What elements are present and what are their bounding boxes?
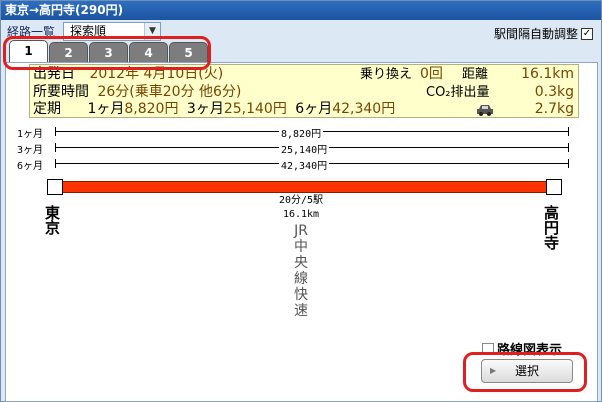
pass-1-value: 8,820円	[124, 101, 179, 117]
segment-info: 20分/5駅 16.1km	[241, 194, 361, 222]
route-line-bar	[61, 181, 549, 193]
pass-6-value: 42,340円	[332, 101, 396, 117]
fare-amount: 42,340円	[279, 157, 330, 172]
fare-amount: 8,820円	[279, 125, 324, 140]
fare-label: 3ヶ月	[17, 145, 44, 156]
station-marker-origin[interactable]	[47, 179, 63, 195]
fare-label: 1ヶ月	[17, 129, 44, 140]
pass-3-label: 3ヶ月	[186, 101, 224, 117]
fare-tick-start	[55, 159, 56, 168]
auto-adjust-label: 駅間隔自動調整	[493, 27, 578, 41]
pass-3-value: 25,140円	[223, 101, 287, 117]
co2-value: 0.3kg	[534, 84, 574, 100]
fare-amount: 25,140円	[279, 141, 330, 156]
fare-tick-end	[568, 159, 569, 168]
fare-tick-end	[568, 127, 569, 136]
fare-row-1month: 1ヶ月 8,820円	[17, 125, 577, 140]
auto-adjust-checkbox[interactable]: ✓	[581, 27, 593, 40]
line-name: JR中央線快速	[294, 223, 308, 319]
transfers-label: 乗り換え	[360, 67, 413, 82]
car-co2-value: 2.7kg	[534, 101, 574, 117]
time-value: 26分(乗車20分 他6分)	[97, 84, 242, 100]
fare-row-6month: 6ヶ月 42,340円	[17, 157, 577, 172]
transfers-value: 0回	[420, 66, 443, 82]
station-origin-name[interactable]: 東京	[45, 206, 63, 236]
window-title: 東京→高円寺(290円)	[1, 1, 601, 20]
fare-tick-start	[55, 127, 56, 136]
highlight-select-annotation	[463, 352, 587, 392]
route-summary-box: 出発日 2012年 4月10日(火) 乗り換え 0回 距離 16.1km 所要時…	[29, 64, 579, 118]
car-icon	[477, 105, 493, 116]
auto-adjust-toggle[interactable]: 駅間隔自動調整 ✓	[494, 25, 593, 42]
co2-label: CO₂排出量	[426, 85, 490, 100]
distance-value: 16.1km	[521, 66, 574, 82]
fare-label: 6ヶ月	[17, 161, 44, 172]
summary-row-pass: 定期 1ヶ月8,820円 3ヶ月25,140円 6ヶ月42,340円	[33, 101, 395, 118]
segment-distance: 16.1km	[282, 209, 320, 220]
highlight-tabs-annotation	[3, 36, 211, 70]
pass-1-label: 1ヶ月	[87, 101, 125, 117]
fare-tick-end	[568, 143, 569, 152]
summary-row-time: 所要時間 26分(乗車20分 他6分)	[33, 84, 241, 101]
segment-time: 20分/5駅	[278, 195, 324, 206]
pass-6-label: 6ヶ月	[295, 101, 333, 117]
pass-label: 定期	[33, 101, 61, 117]
station-destination-name[interactable]: 高円寺	[544, 206, 562, 251]
route-window: 東京→高円寺(290円) 経路一覧 探索順 ▼ 駅間隔自動調整 ✓ 1 2 3 …	[0, 0, 602, 402]
fare-tick-start	[55, 143, 56, 152]
time-label: 所要時間	[33, 84, 89, 100]
fare-row-3month: 3ヶ月 25,140円	[17, 141, 577, 156]
station-marker-destination[interactable]	[546, 179, 562, 195]
distance-label: 距離	[462, 67, 489, 82]
